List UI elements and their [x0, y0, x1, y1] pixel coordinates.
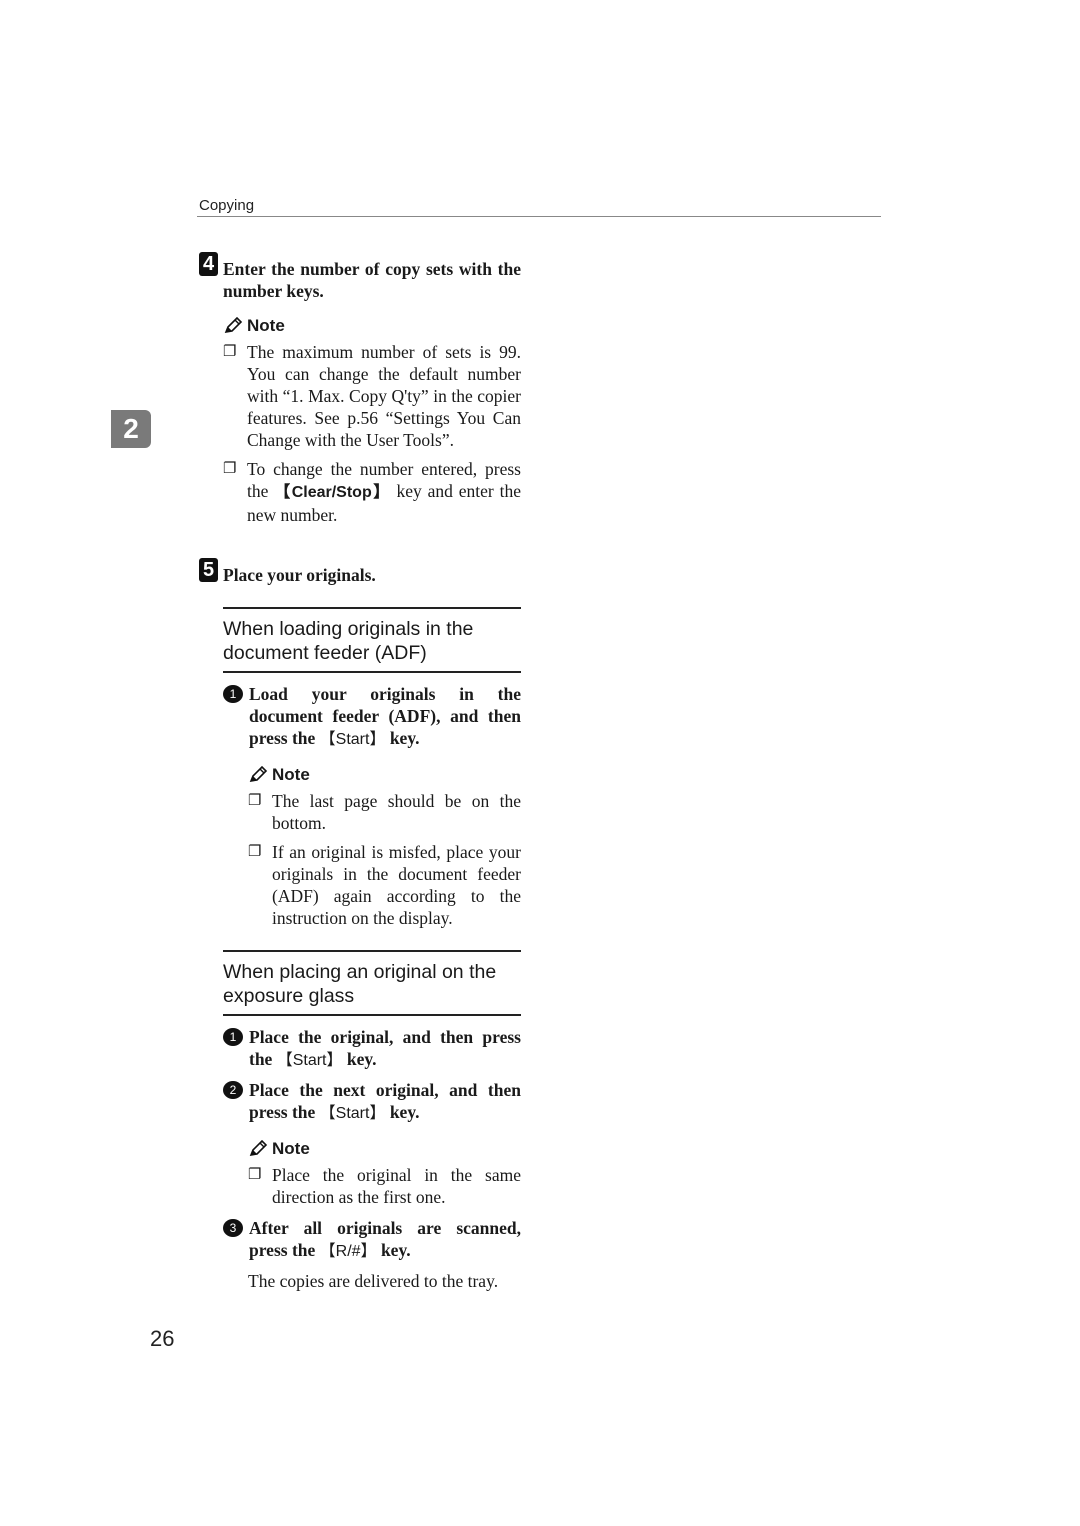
start-key: 【Start】	[319, 1105, 386, 1122]
r-hash-key: 【R/#】	[319, 1243, 377, 1260]
step-5-title: Place your originals.	[223, 565, 376, 585]
note-heading: Note	[248, 1139, 521, 1159]
checkbox-bullet-icon: ❐	[248, 844, 262, 860]
step-number-5: 5	[199, 558, 218, 582]
result-text: The copies are delivered to the tray.	[248, 1271, 499, 1291]
note-text: Place the original in the same direction…	[272, 1165, 521, 1207]
checkbox-bullet-icon: ❐	[223, 344, 237, 360]
start-key: 【Start】	[276, 1052, 343, 1069]
note-heading: Note	[248, 765, 521, 785]
checkbox-bullet-icon: ❐	[248, 793, 262, 809]
note-item: ❐ The maximum number of sets is 99. You …	[223, 341, 521, 451]
running-header: Copying	[199, 197, 255, 214]
clear-stop-key: 【Clear/Stop】	[274, 484, 391, 501]
checkbox-bullet-icon: ❐	[248, 1167, 262, 1183]
checkbox-bullet-icon: ❐	[223, 461, 237, 477]
substep-text: Place the next original, and then press …	[249, 1080, 521, 1122]
note-label: Note	[272, 765, 310, 784]
circled-number-1: 1	[223, 1028, 243, 1046]
adf-heading: When loading originals in the document f…	[223, 618, 474, 664]
substep: 3 After all originals are scanned, press…	[223, 1217, 521, 1263]
section-rule	[223, 607, 521, 609]
step-4: Enter the number of copy sets with the n…	[223, 258, 521, 533]
page-number: 26	[150, 1326, 175, 1351]
step-5: Place your originals. When loading origi…	[223, 564, 521, 1292]
start-key: 【Start】	[319, 731, 386, 748]
header-rule	[197, 216, 881, 217]
substep: 1 Place the original, and then press the…	[223, 1026, 521, 1072]
note-text: If an original is misfed, place your ori…	[272, 842, 521, 928]
note-item: ❐ If an original is misfed, place your o…	[248, 841, 521, 929]
note-item: ❐ The last page should be on the bottom.	[248, 790, 521, 834]
substep-text: Place the original, and then press the 【…	[249, 1027, 521, 1069]
circled-number-1: 1	[223, 685, 243, 703]
substep-text: After all originals are scanned, press t…	[249, 1218, 521, 1260]
pencil-icon	[249, 1140, 268, 1157]
step-number-4: 4	[199, 252, 218, 276]
note-text: To change the number entered, press the …	[247, 459, 521, 525]
note-item: ❐ Place the original in the same directi…	[248, 1164, 521, 1208]
note-text: The last page should be on the bottom.	[272, 791, 521, 833]
glass-heading: When placing an original on the exposure…	[223, 961, 497, 1007]
substep: 2 Place the next original, and then pres…	[223, 1079, 521, 1125]
substep: 1 Load your originals in the document fe…	[223, 683, 521, 751]
chapter-tab: 2	[111, 410, 151, 448]
circled-number-2: 2	[223, 1081, 243, 1099]
note-label: Note	[247, 316, 285, 335]
note-item: ❐ To change the number entered, press th…	[223, 458, 521, 526]
step-4-title: Enter the number of copy sets with the n…	[223, 259, 521, 301]
note-heading: Note	[223, 316, 521, 336]
note-text: The maximum number of sets is 99. You ca…	[247, 342, 521, 450]
note-label: Note	[272, 1139, 310, 1158]
pencil-icon	[224, 317, 243, 334]
circled-number-3: 3	[223, 1219, 243, 1237]
pencil-icon	[249, 766, 268, 783]
substep-text: Load your originals in the document feed…	[249, 684, 521, 748]
section-rule	[223, 950, 521, 952]
